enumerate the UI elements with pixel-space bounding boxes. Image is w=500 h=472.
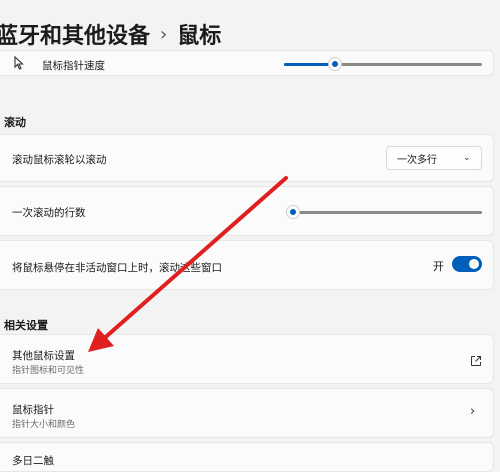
chevron-down-icon: ⌄ (463, 153, 471, 163)
chevron-right-icon: › (470, 404, 476, 419)
mouse-pointer-row[interactable]: 鼠标指针 指针大小和颜色 (0, 388, 494, 438)
row-title: 鼠标指针 (12, 404, 54, 416)
scroll-lines-card: 一次滚动的行数 (0, 186, 494, 236)
breadcrumb-parent[interactable]: 蓝牙和其他设备 (0, 18, 150, 50)
scroll-lines-slider[interactable] (286, 202, 482, 222)
wheel-scroll-label: 滚动鼠标滚轮以滚动 (12, 154, 107, 166)
toggle-state-label: 开 (433, 260, 444, 273)
row-subtitle: 指针图标和可见性 (12, 366, 85, 376)
inactive-scroll-label: 将鼠标悬停在非活动窗口上时，滚动这些窗口 (12, 262, 222, 274)
open-external-icon (470, 352, 482, 366)
wheel-scroll-dropdown[interactable]: 一次多行 ⌄ (386, 146, 482, 170)
row-subtitle: 指针大小和颜色 (12, 420, 76, 430)
pointer-speed-slider[interactable] (284, 54, 482, 74)
row-title: 多日二触 (12, 455, 54, 467)
inactive-scroll-card: 将鼠标悬停在非活动窗口上时，滚动这些窗口 (0, 240, 494, 290)
scroll-lines-label: 一次滚动的行数 (12, 207, 86, 219)
related-section-title: 相关设置 (4, 319, 48, 332)
dropdown-value: 一次多行 (397, 154, 437, 166)
scroll-section-title: 滚动 (4, 116, 26, 129)
page-title: 鼠标 (177, 24, 222, 49)
slider-thumb[interactable] (286, 205, 300, 219)
partial-row[interactable]: 多日二触 (0, 442, 494, 472)
pointer-speed-card: 鼠标指针速度 (0, 50, 494, 76)
slider-thumb[interactable] (328, 57, 343, 71)
toggle-knob (469, 259, 479, 269)
other-mouse-settings-row[interactable]: 其他鼠标设置 指针图标和可见性 (0, 334, 494, 384)
pointer-icon (14, 55, 24, 74)
pointer-speed-label: 鼠标指针速度 (42, 60, 105, 72)
breadcrumb-chevron-icon: › (160, 23, 168, 45)
row-title: 其他鼠标设置 (12, 350, 75, 362)
inactive-scroll-toggle[interactable] (452, 256, 482, 272)
